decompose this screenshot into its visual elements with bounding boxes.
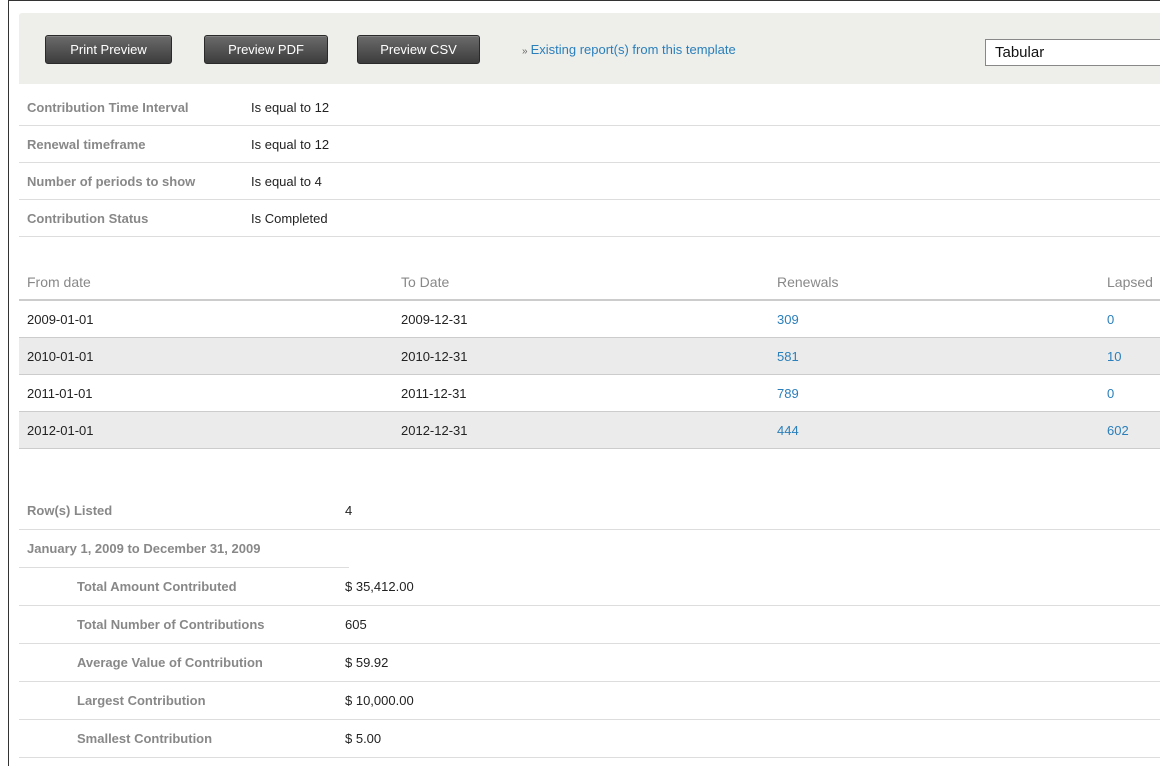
- existing-reports-label: Existing report(s) from this template: [530, 42, 736, 57]
- from-date-cell: 2009-01-01: [27, 312, 94, 327]
- table-row: 2011-01-01 2011-12-31 789 0: [19, 375, 1160, 412]
- stat-value: 605: [333, 606, 1160, 644]
- criteria-label: Renewal timeframe: [19, 126, 241, 163]
- stat-label: Average Value of Contribution: [19, 644, 333, 682]
- stat-value: $ 10,000.00: [333, 682, 1160, 720]
- column-header-from-date[interactable]: From date: [27, 263, 91, 301]
- stat-row: Average Value of Contribution $ 59.92: [19, 644, 1160, 682]
- criteria-label: Contribution Time Interval: [19, 89, 241, 126]
- stat-label: Largest Contribution: [19, 682, 333, 720]
- renewals-link[interactable]: 444: [777, 412, 799, 449]
- rows-listed-value: 4: [333, 492, 1160, 530]
- stat-label: Total Number of Contributions: [19, 606, 333, 644]
- stat-label: Total Amount Contributed: [19, 568, 333, 606]
- period-row: January 1, 2009 to December 31, 2009: [19, 530, 1160, 568]
- stat-label: Smallest Contribution: [19, 720, 333, 758]
- renewals-link[interactable]: 581: [777, 338, 799, 375]
- to-date-cell: 2010-12-31: [401, 349, 468, 364]
- criteria-row: Contribution Time Interval Is equal to 1…: [19, 89, 1160, 126]
- criteria-value: Is Completed: [241, 200, 1160, 237]
- existing-reports-link[interactable]: » Existing report(s) from this template: [522, 42, 736, 57]
- report-summary: Row(s) Listed 4 January 1, 2009 to Decem…: [19, 492, 1160, 758]
- to-date-cell: 2011-12-31: [401, 386, 467, 401]
- stat-row: Smallest Contribution $ 5.00: [19, 720, 1160, 758]
- stat-value: $ 59.92: [333, 644, 1160, 682]
- print-preview-button[interactable]: Print Preview: [45, 35, 172, 64]
- criteria-value: Is equal to 12: [241, 126, 1160, 163]
- results-table: From date To Date Renewals Lapsed 2009-0…: [19, 263, 1160, 449]
- period-label: January 1, 2009 to December 31, 2009: [19, 530, 349, 568]
- criteria-value: Is equal to 12: [241, 89, 1160, 126]
- stat-row: Largest Contribution $ 10,000.00: [19, 682, 1160, 720]
- criteria-row: Renewal timeframe Is equal to 12: [19, 126, 1160, 163]
- renewals-link[interactable]: 789: [777, 375, 799, 412]
- stat-row: Total Number of Contributions 605: [19, 606, 1160, 644]
- to-date-cell: 2012-12-31: [401, 423, 468, 438]
- lapsed-link[interactable]: 0: [1107, 301, 1114, 338]
- lapsed-link[interactable]: 10: [1107, 338, 1121, 375]
- preview-csv-button[interactable]: Preview CSV: [357, 35, 480, 64]
- lapsed-link[interactable]: 0: [1107, 375, 1114, 412]
- criteria-label: Contribution Status: [19, 200, 241, 237]
- rows-listed-row: Row(s) Listed 4: [19, 492, 1160, 530]
- table-row: 2010-01-01 2010-12-31 581 10: [19, 338, 1160, 375]
- column-header-to-date[interactable]: To Date: [401, 263, 449, 301]
- renewals-link[interactable]: 309: [777, 301, 799, 338]
- preview-pdf-button[interactable]: Preview PDF: [204, 35, 328, 64]
- lapsed-link[interactable]: 602: [1107, 412, 1129, 449]
- report-frame: Print Preview Preview PDF Preview CSV » E…: [8, 0, 1160, 766]
- report-criteria: Contribution Time Interval Is equal to 1…: [19, 89, 1160, 237]
- criteria-row: Number of periods to show Is equal to 4: [19, 163, 1160, 200]
- column-header-renewals[interactable]: Renewals: [777, 263, 838, 301]
- column-header-lapsed[interactable]: Lapsed: [1107, 263, 1153, 301]
- table-row: 2012-01-01 2012-12-31 444 602: [19, 412, 1160, 449]
- raquo-icon: »: [522, 46, 528, 57]
- table-row: 2009-01-01 2009-12-31 309 0: [19, 301, 1160, 338]
- view-mode-select[interactable]: Tabular: [985, 39, 1160, 66]
- stat-value: $ 35,412.00: [333, 568, 1160, 606]
- criteria-row: Contribution Status Is Completed: [19, 200, 1160, 237]
- rows-listed-label: Row(s) Listed: [19, 492, 333, 530]
- table-header: From date To Date Renewals Lapsed: [19, 263, 1160, 301]
- to-date-cell: 2009-12-31: [401, 312, 468, 327]
- from-date-cell: 2012-01-01: [27, 423, 94, 438]
- stat-row: Total Amount Contributed $ 35,412.00: [19, 568, 1160, 606]
- criteria-value: Is equal to 4: [241, 163, 1160, 200]
- from-date-cell: 2011-01-01: [27, 386, 93, 401]
- criteria-label: Number of periods to show: [19, 163, 241, 200]
- stat-value: $ 5.00: [333, 720, 1160, 758]
- from-date-cell: 2010-01-01: [27, 349, 94, 364]
- report-toolbar: Print Preview Preview PDF Preview CSV » E…: [19, 13, 1160, 84]
